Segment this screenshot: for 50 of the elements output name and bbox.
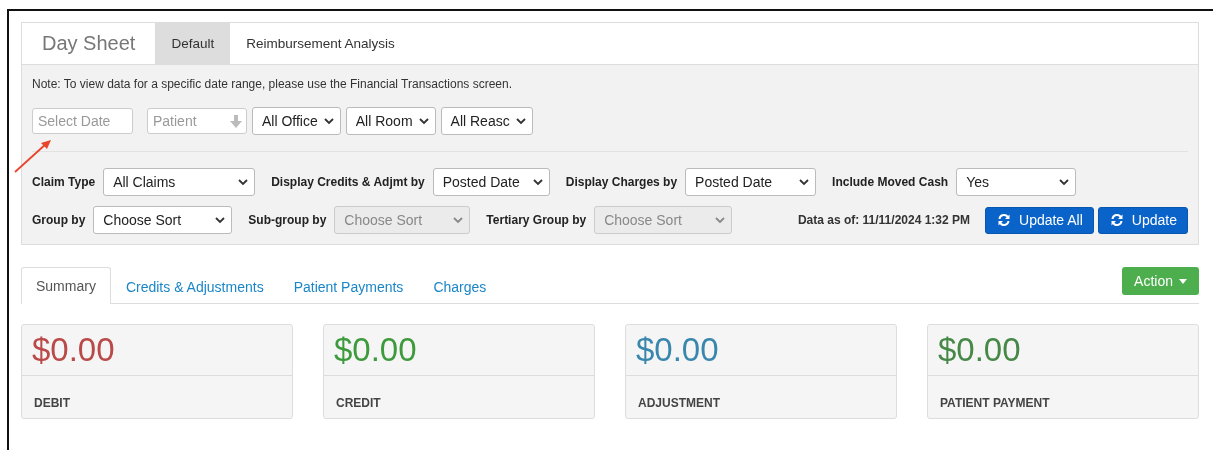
card-label: CREDIT bbox=[336, 396, 381, 410]
chevron-icon bbox=[215, 216, 226, 224]
chevron-icon bbox=[715, 216, 726, 224]
filter-label: Claim Type bbox=[32, 175, 96, 189]
filter-label: Group by bbox=[32, 213, 86, 227]
chevron-icon bbox=[799, 178, 810, 186]
chevron-icon bbox=[418, 117, 429, 125]
dropdown[interactable]: Posted Date bbox=[685, 168, 817, 196]
date-field[interactable]: Select Date bbox=[32, 108, 133, 134]
tab[interactable]: Summary bbox=[21, 267, 111, 304]
dropdown[interactable]: Choose Sort bbox=[93, 206, 233, 234]
note-text: Note: To view data for a specific date range, please use the Financial Transactions screen. bbox=[32, 77, 514, 91]
dropdown[interactable]: Yes bbox=[956, 168, 1077, 196]
data-timestamp: Data as of: 11/11/2024 1:32 PM bbox=[797, 213, 970, 227]
dropdown[interactable]: All Room bbox=[345, 107, 436, 135]
update-button[interactable]: Update bbox=[1097, 206, 1188, 234]
card-label: ADJUSTMENT bbox=[638, 396, 720, 410]
chevron-icon bbox=[453, 216, 464, 224]
card-label: PATIENT PAYMENT bbox=[940, 396, 1050, 410]
refresh-icon bbox=[1109, 213, 1124, 227]
filter-label: Display Credits & Adjmt by bbox=[271, 175, 425, 189]
dropdown[interactable]: All Claims bbox=[103, 168, 256, 196]
dropdown[interactable]: All Office bbox=[252, 107, 341, 135]
chevron-icon bbox=[323, 117, 334, 125]
chevron-icon bbox=[1059, 178, 1070, 186]
down-arrow-icon bbox=[230, 115, 242, 128]
update-button[interactable]: Update All bbox=[985, 206, 1094, 234]
tab[interactable]: Patient Payments bbox=[278, 268, 419, 304]
dropdown[interactable]: All Reasc bbox=[440, 107, 533, 135]
refresh-icon bbox=[997, 213, 1011, 227]
filter-label: Include Moved Cash bbox=[832, 175, 949, 189]
page-title: Day Sheet bbox=[41, 31, 137, 56]
tab[interactable]: Credits & Adjustments bbox=[110, 268, 279, 304]
filter-label: Sub-group by bbox=[248, 213, 327, 227]
caret-icon bbox=[1179, 278, 1187, 284]
chevron-icon bbox=[532, 178, 543, 186]
chevron-icon bbox=[515, 117, 526, 125]
filter-label: Display Charges by bbox=[565, 175, 678, 189]
dropdown[interactable]: Posted Date bbox=[432, 168, 550, 196]
card-label: DEBIT bbox=[34, 396, 70, 410]
annotation-arrow bbox=[13, 138, 53, 174]
filter-label: Tertiary Group by bbox=[486, 213, 587, 227]
amount: $0.00 bbox=[636, 331, 719, 369]
chevron-icon bbox=[238, 178, 249, 186]
tab[interactable]: Charges bbox=[418, 268, 502, 304]
amount: $0.00 bbox=[32, 331, 115, 369]
amount: $0.00 bbox=[334, 331, 417, 369]
view-tab[interactable]: Default bbox=[155, 23, 231, 64]
patient-field[interactable]: Patient bbox=[147, 108, 247, 134]
amount: $0.00 bbox=[938, 331, 1021, 369]
